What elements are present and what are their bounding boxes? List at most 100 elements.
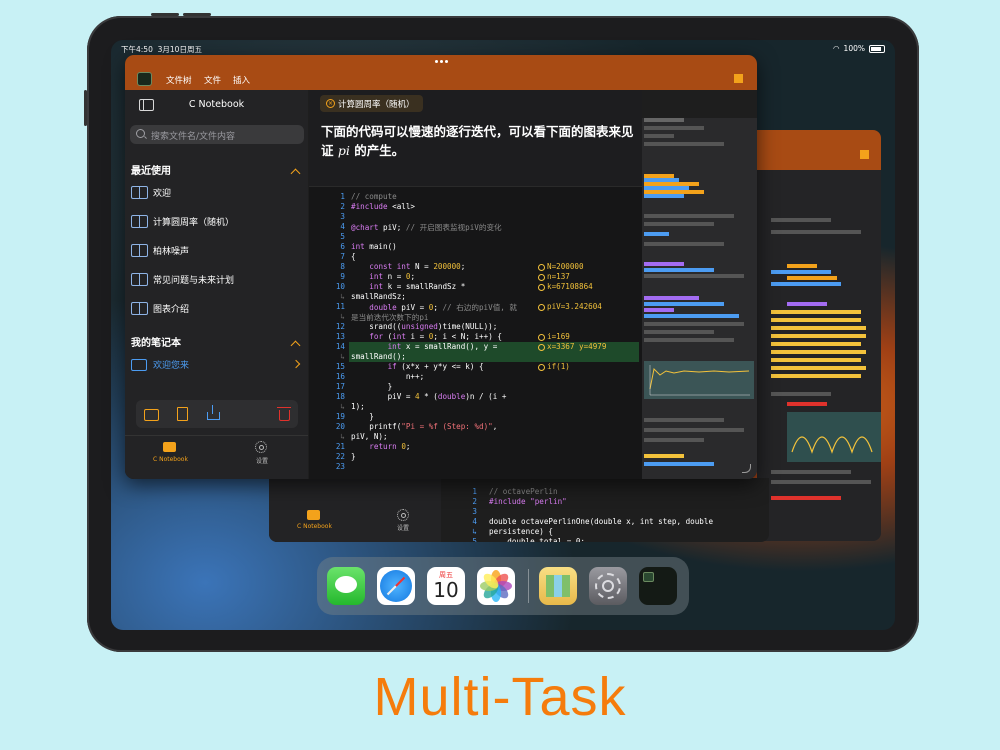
- sidebar-toolbar: [136, 400, 298, 428]
- line-number: ↳: [340, 352, 345, 361]
- chevron-up-icon[interactable]: [290, 168, 301, 179]
- code-line: n++;: [351, 372, 425, 381]
- chart-bar: [644, 194, 684, 198]
- search-placeholder: 搜索文件名/文件内容: [151, 132, 236, 142]
- sidebar-title: C Notebook: [188, 99, 245, 110]
- code-line: @chart piV; // 开启图表监视piV的变化: [351, 223, 502, 232]
- chart-bar: [771, 366, 866, 370]
- safari-app-icon[interactable]: [377, 567, 415, 605]
- document-paragraph: 下面的代码可以慢速的逐行迭代，可以看下面的图表来见证 pi 的产生。: [321, 124, 634, 158]
- new-folder-icon[interactable]: [144, 409, 159, 421]
- chart-bar: [644, 242, 724, 246]
- line-number: 11: [335, 302, 345, 311]
- line-number: 5: [472, 537, 477, 542]
- tab-c-notebook[interactable]: C Notebook: [297, 523, 332, 530]
- main-window[interactable]: 文件树 文件 插入 C Notebook 搜索文件名/文件内容 最近使用 欢迎 …: [125, 55, 757, 479]
- code-line: }: [351, 452, 356, 461]
- sidebar-item-chart-intro[interactable]: 图表介绍: [131, 301, 301, 317]
- chart-bar: [644, 308, 674, 312]
- window-indicator[interactable]: [734, 74, 743, 83]
- code-line: piV, N);: [351, 432, 388, 441]
- gear-icon: [397, 509, 409, 521]
- chart-bar: [771, 496, 841, 500]
- chart-bar: [644, 454, 684, 458]
- tab-settings[interactable]: 设置: [397, 523, 409, 532]
- line-number: 18: [335, 392, 345, 401]
- sidebar-item-welcome[interactable]: 欢迎: [131, 185, 301, 201]
- line-number: ↳: [340, 432, 345, 441]
- resize-handle[interactable]: [742, 464, 751, 473]
- status-time: 下午4:50: [121, 45, 153, 54]
- menu-file-tree[interactable]: 文件树: [166, 74, 192, 86]
- line-number: 16: [335, 372, 345, 381]
- line-number: 19: [335, 412, 345, 421]
- line-number: 2: [472, 497, 477, 506]
- code-line: // compute: [351, 192, 397, 201]
- document-tab[interactable]: × 计算圆周率（随机）: [320, 95, 423, 112]
- line-number: ↳: [340, 292, 345, 301]
- chart-bar: [787, 302, 827, 306]
- chart-bar: [771, 350, 866, 354]
- document-tab-label: 计算圆周率（随机）: [338, 100, 415, 110]
- code-line: const int N = 200000;: [369, 262, 466, 271]
- sidebar-item-compute-pi[interactable]: 计算圆周率（随机）: [131, 214, 301, 230]
- maps-app-icon[interactable]: [539, 567, 577, 605]
- tab-settings[interactable]: 设置: [256, 456, 268, 465]
- sidebar-item-perlin-noise[interactable]: 柏林噪声: [131, 243, 301, 259]
- book-icon: [131, 186, 148, 199]
- code-line: double total = 0;: [489, 537, 586, 542]
- line-number: 8: [340, 262, 345, 271]
- chart-bar: [644, 232, 669, 236]
- menu-insert[interactable]: 插入: [233, 74, 250, 86]
- code-line: // octavePerlin: [489, 487, 558, 496]
- book-icon: [131, 273, 148, 286]
- chart-bar: [771, 480, 871, 484]
- chart-bar: [644, 338, 734, 342]
- chart-bar: [771, 470, 851, 474]
- line-number: 21: [335, 442, 345, 451]
- tab-c-notebook[interactable]: C Notebook: [153, 456, 188, 463]
- new-file-icon[interactable]: [177, 407, 188, 421]
- app-icon: [137, 72, 152, 86]
- document-pane: × 计算圆周率（随机） 下面的代码可以慢速的逐行迭代，可以看下面的图表来见证 p…: [309, 90, 642, 479]
- settings-app-icon[interactable]: [589, 567, 627, 605]
- dock-separator: [528, 569, 529, 603]
- piv-line-chart: [649, 365, 750, 396]
- code-editor[interactable]: 1 2 3 4 5 6 7 8 9 10 ↳ 11 ↳ 12 13 14 ↳ 15 16 17 18 ↳ 19 20 ↳ 21 22…: [309, 186, 642, 479]
- chevron-up-icon[interactable]: [290, 340, 301, 351]
- book-icon: [131, 215, 148, 228]
- chart-bar: [644, 134, 674, 138]
- tablet-button: [183, 13, 211, 16]
- sidebar-item-welcome-folder[interactable]: 欢迎您来: [131, 357, 301, 373]
- tab-bar: C Notebook 设置: [125, 435, 308, 479]
- search-icon: [136, 129, 145, 138]
- line-number: 5: [340, 232, 345, 241]
- window-grabber[interactable]: [433, 60, 449, 64]
- chart-preview-pane[interactable]: [642, 118, 757, 479]
- line-number: 6: [340, 242, 345, 251]
- chart-bar: [771, 270, 831, 274]
- code-line: }: [351, 412, 374, 421]
- trash-icon[interactable]: [277, 407, 291, 421]
- photos-app-icon[interactable]: [477, 567, 515, 605]
- c-notebook-app-icon[interactable]: [639, 567, 677, 605]
- menu-file[interactable]: 文件: [204, 74, 221, 86]
- code-line: #include "perlin": [489, 497, 567, 506]
- code-line: return 0;: [369, 442, 411, 451]
- background-window-bottom[interactable]: C Notebook 设置 1 // octavePerlin 2 #include …: [269, 478, 769, 542]
- chart-bar: [644, 330, 714, 334]
- chart-bar: [644, 268, 714, 272]
- chart-bar: [771, 342, 861, 346]
- search-input[interactable]: 搜索文件名/文件内容: [130, 125, 304, 144]
- battery-icon: [869, 44, 885, 53]
- import-icon[interactable]: [207, 405, 220, 420]
- line-number: 1: [340, 192, 345, 201]
- book-icon: [131, 244, 148, 257]
- title-bar: 文件树 文件 插入: [125, 55, 757, 90]
- code-line: srand((unsigned)time(NULL));: [351, 322, 498, 331]
- calendar-app-icon[interactable]: 周五 10: [427, 567, 465, 605]
- messages-app-icon[interactable]: [327, 567, 365, 605]
- background-window-right[interactable]: [757, 130, 881, 541]
- sidebar-item-faq[interactable]: 常见问题与未来计划: [131, 272, 301, 288]
- close-icon[interactable]: ×: [326, 99, 335, 108]
